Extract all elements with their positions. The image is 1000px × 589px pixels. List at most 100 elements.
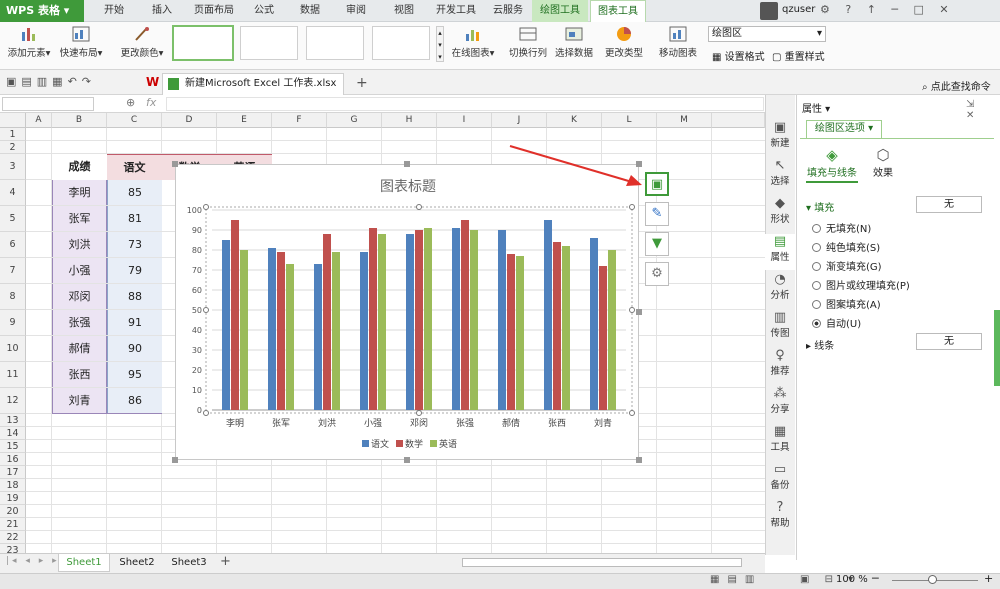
chart-style-2[interactable] [240, 26, 298, 60]
bar[interactable] [507, 254, 515, 410]
tab-view[interactable]: 视图 [384, 0, 424, 22]
plot-area-handle[interactable] [629, 410, 635, 416]
name-cell[interactable]: 张强 [52, 310, 107, 335]
tab-data[interactable]: 数据 [290, 0, 330, 22]
row-header-4[interactable]: 4 [0, 180, 26, 206]
plot-area-handle[interactable] [629, 204, 635, 210]
bar[interactable] [406, 234, 414, 410]
fill-option-radio[interactable]: 自动(U) [812, 315, 861, 330]
column-header-B[interactable]: B [52, 113, 107, 128]
bar[interactable] [314, 264, 322, 410]
zoom-level[interactable]: 100 % [836, 574, 868, 585]
row-header-20[interactable]: 20 [0, 505, 26, 518]
sheet-tab-2[interactable]: Sheet2 [112, 554, 162, 572]
bar[interactable] [231, 220, 239, 410]
plot-area-handle[interactable] [416, 204, 422, 210]
select-all-corner[interactable] [0, 113, 26, 128]
column-header-A[interactable]: A [26, 113, 52, 128]
chart-title[interactable]: 图表标题 [380, 179, 436, 195]
sidebar-item-5[interactable]: ▥ 传图 [765, 310, 795, 346]
row-header-16[interactable]: 16 [0, 453, 26, 466]
bar[interactable] [461, 220, 469, 410]
bar[interactable] [608, 250, 616, 410]
table-header-cell[interactable]: 成绩 [52, 154, 107, 180]
sidebar-item-1[interactable]: ↖ 选择 [765, 158, 795, 194]
score-cell[interactable]: 79 [107, 258, 162, 283]
bar[interactable] [544, 220, 552, 410]
score-cell[interactable]: 91 [107, 310, 162, 335]
legend-label[interactable]: 语文 [371, 438, 389, 450]
tab-fill-line[interactable]: ◈ 填充与线条 [806, 146, 858, 179]
online-chart-button[interactable]: 在线图表▾ [448, 24, 498, 68]
fill-option-radio[interactable]: 图片或纹理填充(P) [812, 277, 910, 292]
row-header-12[interactable]: 12 [0, 388, 26, 414]
panel-collapse-handle[interactable] [994, 310, 1000, 386]
bar[interactable] [378, 234, 386, 410]
row-header-14[interactable]: 14 [0, 427, 26, 440]
sheet-tab-3[interactable]: Sheet3 [164, 554, 214, 572]
bar[interactable] [415, 230, 423, 410]
horizontal-scrollbar[interactable] [462, 558, 742, 567]
column-header-G[interactable]: G [327, 113, 382, 128]
bar[interactable] [360, 252, 368, 410]
bar[interactable] [369, 228, 377, 410]
sidebar-item-0[interactable]: ▣ 新建 [765, 120, 795, 156]
score-cell[interactable]: 95 [107, 362, 162, 387]
row-header-15[interactable]: 15 [0, 440, 26, 453]
tab-developer[interactable]: 开发工具 [430, 0, 482, 22]
add-tab-button[interactable]: + [356, 75, 368, 91]
sidebar-item-9[interactable]: ▭ 备份 [765, 462, 795, 498]
plot-area-handle[interactable] [629, 307, 635, 313]
score-cell[interactable]: 81 [107, 206, 162, 231]
sidebar-item-2[interactable]: ◆ 形状 [765, 196, 795, 232]
style-scroll-button[interactable]: ▴ ▾ ▾ [436, 26, 444, 62]
zoom-out-button[interactable]: ─ [872, 572, 879, 585]
zoom-slider-thumb[interactable] [928, 575, 937, 584]
chart-area[interactable]: 图表标题 0 10 20 30 40 50 60 70 80 90 100 李明 张军 刘洪 小强 邓闵 张强 郝… [175, 164, 639, 460]
sheet-nav-arrows[interactable]: |◂ ◂ ▸ ▸| [6, 556, 66, 566]
quick-access-icons[interactable]: ▣▤▥▦↶↷ [6, 75, 96, 88]
fill-section-toggle[interactable]: ▾ 填充 [806, 199, 834, 214]
column-header-M[interactable]: M [657, 113, 712, 128]
name-cell[interactable]: 张西 [52, 362, 107, 387]
quick-layout-button[interactable]: 快速布局▾ [56, 24, 106, 68]
plot-area-handle[interactable] [203, 410, 209, 416]
plot-area-handle[interactable] [416, 410, 422, 416]
plot-area-options-dropdown[interactable]: 绘图区选项 ▾ [806, 120, 882, 138]
tab-start[interactable]: 开始 [92, 0, 136, 22]
bar[interactable] [332, 252, 340, 410]
fill-option-radio[interactable]: 图案填充(A) [812, 296, 881, 311]
chart-filter-button[interactable]: ▼ [645, 232, 669, 256]
bar[interactable] [590, 238, 598, 410]
zoom-icon[interactable]: ⊕ [126, 96, 135, 109]
view-mode-buttons[interactable]: ▦▤▥ [710, 574, 762, 585]
fill-option-radio[interactable]: 渐变填充(G) [812, 258, 882, 273]
bar[interactable] [424, 228, 432, 410]
bar[interactable] [286, 264, 294, 410]
name-cell[interactable]: 邓闵 [52, 284, 107, 309]
sidebar-item-3[interactable]: ▤ 属性 [765, 234, 795, 270]
bar[interactable] [323, 234, 331, 410]
fill-value-button[interactable]: 无 [916, 196, 982, 213]
column-header-H[interactable]: H [382, 113, 437, 128]
column-header-J[interactable]: J [492, 113, 547, 128]
add-element-button[interactable]: 添加元素▾ [4, 24, 54, 68]
bar[interactable] [470, 230, 478, 410]
reset-style-button[interactable]: ▢ 重置样式 [772, 48, 825, 63]
row-header-1[interactable]: 1 [0, 128, 26, 141]
score-cell[interactable]: 73 [107, 232, 162, 257]
name-cell[interactable]: 张军 [52, 206, 107, 231]
line-value-button[interactable]: 无 [916, 333, 982, 350]
resize-handle[interactable] [172, 457, 178, 463]
row-header-13[interactable]: 13 [0, 414, 26, 427]
bar[interactable] [222, 240, 230, 410]
name-cell[interactable]: 小强 [52, 258, 107, 283]
score-cell[interactable]: 90 [107, 336, 162, 361]
window-controls[interactable]: ⚙ ? ↑ ─ □ ✕ [820, 3, 955, 16]
move-chart-button[interactable]: 移动图表 [656, 24, 700, 68]
bar-chart[interactable]: 图表标题 0 10 20 30 40 50 60 70 80 90 100 李明 张军 刘洪 小强 邓闵 张强 郝… [176, 165, 640, 461]
bar[interactable] [516, 256, 524, 410]
panel-window-controls[interactable]: ⇲ ✕ [966, 99, 1000, 121]
legend-label[interactable]: 数学 [405, 438, 423, 450]
column-header-C[interactable]: C [107, 113, 162, 128]
